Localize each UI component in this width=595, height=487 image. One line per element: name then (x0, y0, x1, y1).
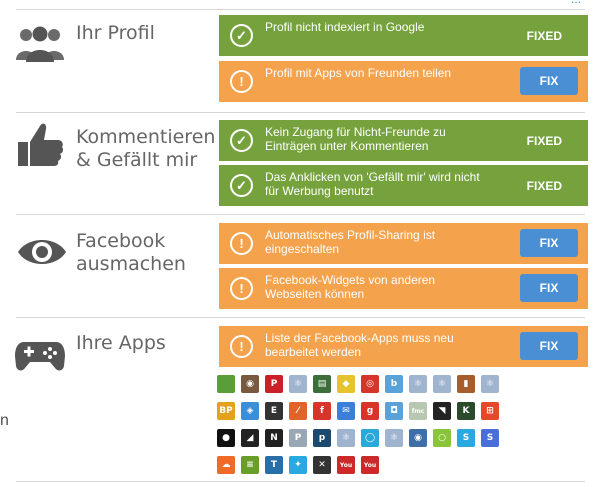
section-divider (16, 112, 585, 113)
slash-app-icon[interactable]: ⁄ (289, 402, 307, 420)
flipboard-app-icon[interactable]: f (313, 402, 331, 420)
bp-app-icon[interactable]: BP (217, 402, 235, 420)
atom-app-icon-6[interactable]: ⚛ (385, 429, 403, 447)
category-label: Ihr Profil (76, 22, 155, 44)
atom-app-icon[interactable]: ⚛ (289, 375, 307, 393)
spotify-app-icon[interactable]: ≡ (241, 456, 259, 474)
drop-app-icon[interactable]: ● (217, 429, 235, 447)
fmc-app-icon[interactable]: fmc (409, 402, 427, 420)
atom-app-icon-3[interactable]: ⚛ (433, 375, 451, 393)
yellow-app-icon[interactable]: ◆ (337, 375, 355, 393)
fix-button[interactable]: FIX (520, 229, 578, 257)
batman-app-icon[interactable]: ◢ (241, 429, 259, 447)
warning-icon: ! (230, 335, 253, 358)
privacy-item-fixed: ✓ Kein Zugang für Nicht-Freunde zu Eintr… (219, 120, 588, 161)
target-app-icon[interactable]: ◎ (361, 375, 379, 393)
eye-icon (18, 240, 66, 264)
circle-app-icon[interactable]: ○ (433, 429, 451, 447)
n-app-icon[interactable]: N (265, 429, 283, 447)
soundcloud-app-icon[interactable]: ☁ (217, 456, 235, 474)
users-icon (16, 26, 64, 62)
app-icons-row: ● ◢ N Pp ⚛ ◯ ⚛ ◉ ○ S S (217, 429, 537, 447)
atom-app-icon-2[interactable]: ⚛ (409, 375, 427, 393)
camera-app-icon[interactable]: ◉ (241, 375, 259, 393)
p-dark-app-icon[interactable]: p (313, 429, 331, 447)
pinterest-app-icon[interactable]: P (265, 375, 283, 393)
fix-button[interactable]: FIX (520, 274, 578, 302)
leaf-app-icon[interactable] (217, 375, 235, 393)
check-icon: ✓ (230, 24, 253, 47)
warning-icon: ! (230, 232, 253, 255)
t-app-icon[interactable]: T (265, 456, 283, 474)
category-label: Facebook ausmachen (76, 230, 186, 275)
atom-app-icon-5[interactable]: ⚛ (337, 429, 355, 447)
youtube-app-icon-2[interactable]: You (361, 456, 379, 474)
twitter-app-icon[interactable]: ✦ (289, 456, 307, 474)
youtube-app-icon[interactable]: You (337, 456, 355, 474)
p-app-icon[interactable]: P (289, 429, 307, 447)
check-icon: ✓ (230, 174, 253, 197)
privacy-item-fixed: ✓ Profil nicht indexiert in Google FIXED (219, 15, 588, 56)
warning-icon: ! (230, 70, 253, 93)
e-app-icon[interactable]: E (265, 402, 283, 420)
item-text: Automatisches Profil-Sharing ist eingesc… (265, 228, 436, 256)
category-label: Kommentieren & Gefällt mir (76, 126, 216, 171)
section-divider (16, 9, 585, 10)
fix-button[interactable]: FIX (520, 67, 578, 95)
warning-icon: ! (230, 277, 253, 300)
fix-button[interactable]: FIX (520, 332, 578, 360)
flag-app-icon[interactable]: ◥ (433, 402, 451, 420)
section-divider (16, 214, 585, 215)
fixed-status: FIXED (526, 179, 562, 193)
app-icons-row: ☁ ≡ T ✦ ✕ You You (217, 456, 537, 474)
windows-app-icon[interactable]: ⊞ (481, 402, 499, 420)
s-app-icon[interactable]: S (481, 429, 499, 447)
privacy-item-fix: ! Automatisches Profil-Sharing ist einge… (219, 223, 588, 264)
item-text: Liste der Facebook-Apps muss neu bearbei… (265, 331, 454, 359)
blue-app-icon[interactable]: ◘ (385, 402, 403, 420)
app-icons-row: BP ◈ E ⁄ f ✉ g ◘ fmc ◥ K ⊞ (217, 402, 537, 420)
privacy-item-fixed: ✓ Das Anklicken von 'Gefällt mir' wird n… (219, 165, 588, 206)
green-app-icon[interactable]: ▤ (313, 375, 331, 393)
privacy-item-fix: ! Profil mit Apps von Freunden teilen FI… (219, 61, 588, 102)
item-text: Profil mit Apps von Freunden teilen (265, 66, 452, 80)
privacy-item-fix: ! Liste der Facebook-Apps muss neu bearb… (219, 326, 588, 367)
section-divider (16, 317, 585, 318)
fixed-status: FIXED (526, 29, 562, 43)
b-app-icon[interactable]: b (385, 375, 403, 393)
swirl-app-icon[interactable]: ◉ (409, 429, 427, 447)
thumbs-up-icon (18, 123, 64, 166)
top-link[interactable]: ... (571, 0, 581, 6)
fixed-status: FIXED (526, 134, 562, 148)
x-app-icon[interactable]: ✕ (313, 456, 331, 474)
privacy-item-fix: ! Facebook-Widgets von anderen Webseiten… (219, 268, 588, 309)
gamepad-icon (15, 342, 65, 371)
cut-off-text: n (0, 412, 9, 429)
skype-app-icon[interactable]: S (457, 429, 475, 447)
item-text: Das Anklicken von 'Gefällt mir' wird nic… (265, 170, 480, 198)
app-icons-grid: ◉ P ⚛ ▤ ◆ ◎ b ⚛ ⚛ ▮ ⚛ BP ◈ E ⁄ f ✉ g ◘ fmc ◥ K ⊞ ● ◢ N Pp ⚛ ◯ ⚛ ◉ ○ S S ☁ ≡… (217, 375, 537, 483)
atom-app-icon-4[interactable]: ⚛ (481, 375, 499, 393)
k-app-icon[interactable]: K (457, 402, 475, 420)
g-app-icon[interactable]: g (361, 402, 379, 420)
item-text: Facebook-Widgets von anderen Webseiten k… (265, 273, 436, 301)
app-icons-row: ◉ P ⚛ ▤ ◆ ◎ b ⚛ ⚛ ▮ ⚛ (217, 375, 537, 393)
category-label: Ihre Apps (76, 332, 166, 354)
item-text: Kein Zugang für Nicht-Freunde zu Einträg… (265, 125, 446, 153)
bottles-app-icon[interactable]: ▮ (457, 375, 475, 393)
dropbox-app-icon[interactable]: ◈ (241, 402, 259, 420)
ring-app-icon[interactable]: ◯ (361, 429, 379, 447)
check-icon: ✓ (230, 129, 253, 152)
item-text: Profil nicht indexiert in Google (265, 20, 425, 34)
mail-app-icon[interactable]: ✉ (337, 402, 355, 420)
